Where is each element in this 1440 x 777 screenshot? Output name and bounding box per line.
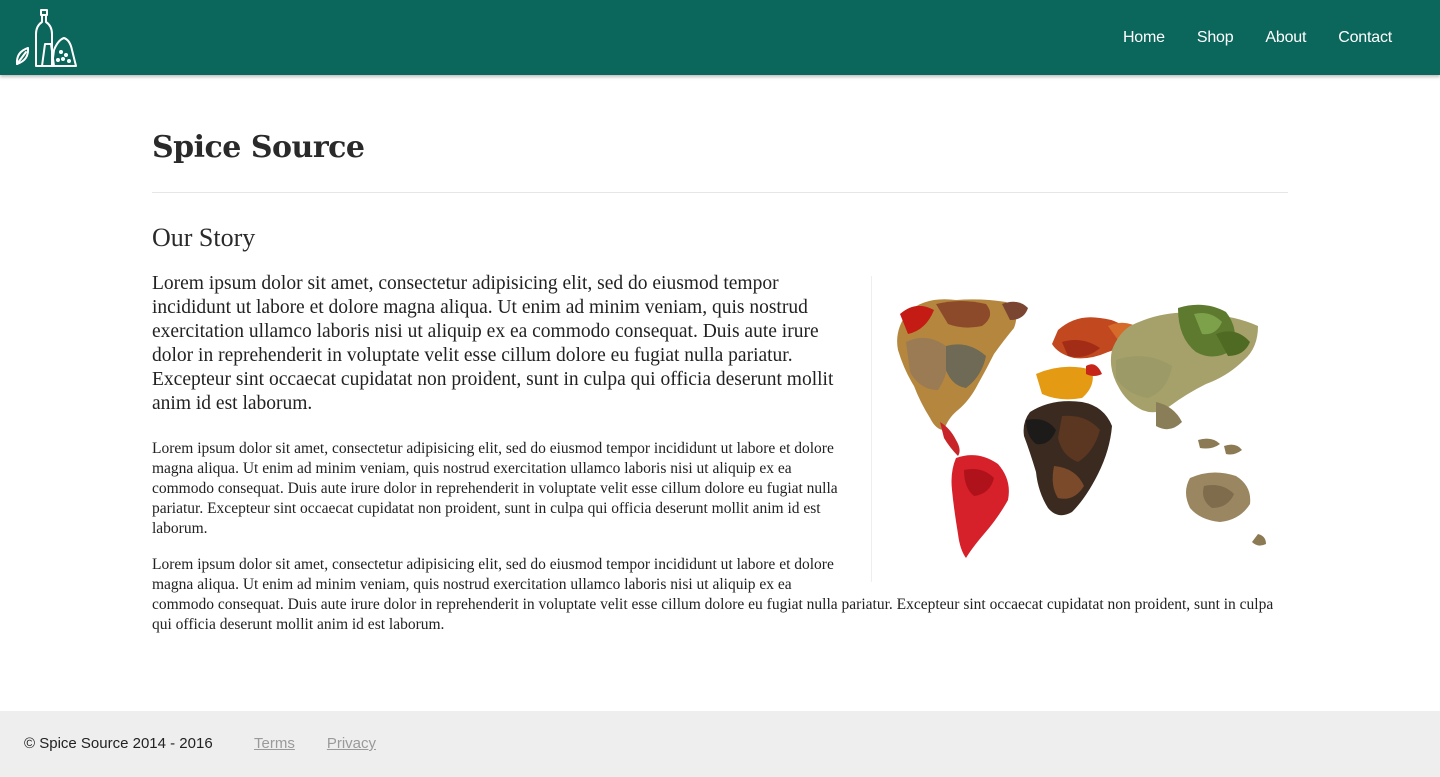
footer-links: Terms Privacy (254, 735, 376, 752)
float-spacer (852, 555, 1288, 582)
main-nav: Home Shop About Contact (1123, 0, 1392, 75)
body-paragraph: Lorem ipsum dolor sit amet, consectetur … (152, 440, 838, 537)
terms-link[interactable]: Terms (254, 735, 295, 752)
body-paragraph: Lorem ipsum dolor sit amet, consectetur … (152, 555, 1288, 635)
spice-bottles-logo-icon[interactable] (14, 8, 78, 68)
nav-home-link[interactable]: Home (1123, 29, 1165, 47)
nav-shop-link[interactable]: Shop (1197, 29, 1234, 47)
nav-contact-link[interactable]: Contact (1338, 29, 1392, 47)
page-title: Spice Source (152, 130, 365, 165)
nav-about-link[interactable]: About (1265, 29, 1306, 47)
site-header: Home Shop About Contact (0, 0, 1440, 75)
privacy-link[interactable]: Privacy (327, 735, 376, 752)
copyright-text: © Spice Source 2014 - 2016 (24, 735, 213, 752)
section-title: Our Story (152, 223, 256, 252)
site-footer: © Spice Source 2014 - 2016 Terms Privacy (0, 711, 1440, 777)
story-text: Lorem ipsum dolor sit amet, consectetur … (152, 272, 1288, 635)
lead-paragraph: Lorem ipsum dolor sit amet, consectetur … (152, 273, 834, 414)
divider (152, 192, 1288, 193)
